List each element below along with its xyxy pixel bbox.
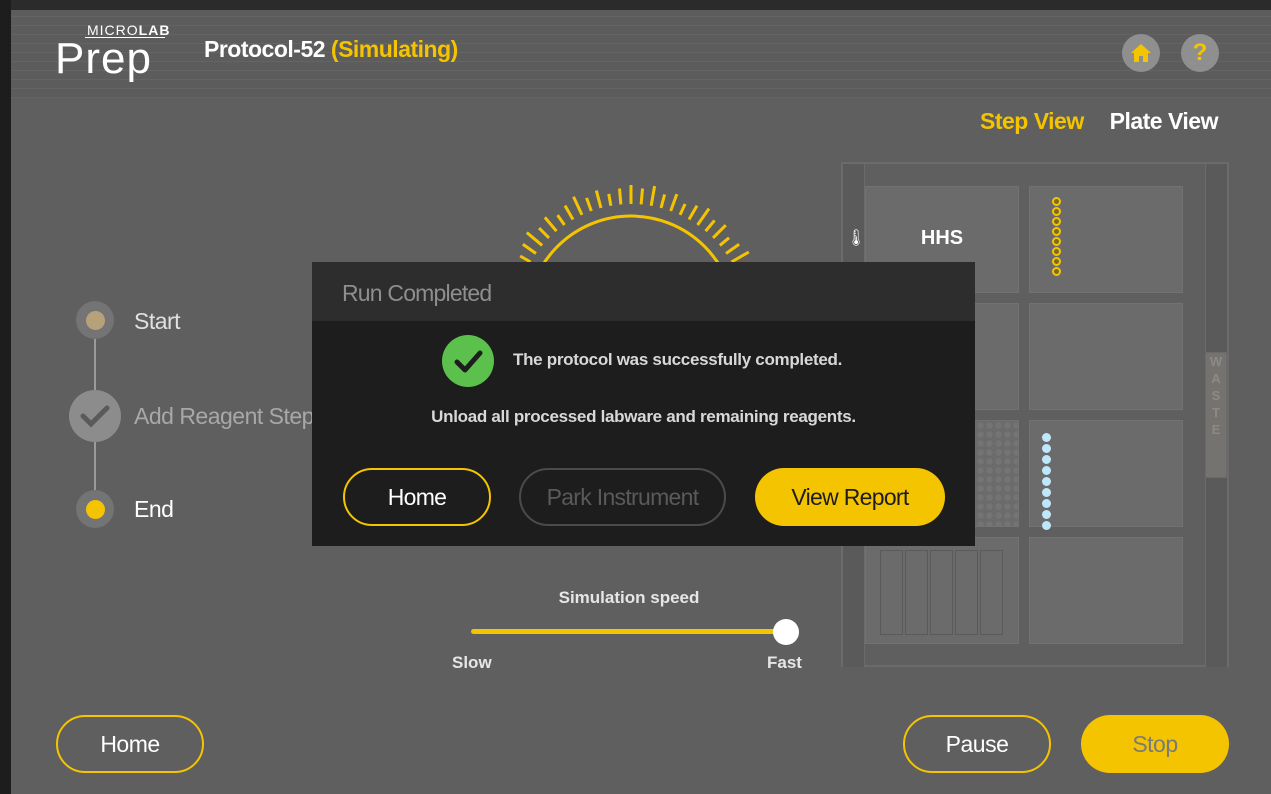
slider-slow-label: Slow	[452, 653, 492, 672]
deck-slot[interactable]	[1029, 303, 1183, 410]
tube-column	[1052, 197, 1061, 276]
deck-slot[interactable]	[1029, 537, 1183, 644]
dial-tick	[659, 194, 667, 209]
dialog-message: The protocol was successfully completed.	[513, 350, 843, 369]
step-add-reagent-label[interactable]: Add Reagent Step	[134, 403, 314, 430]
deck-slot-reservoirs[interactable]	[865, 537, 1019, 644]
dial-tick	[585, 197, 593, 212]
dial-tick	[607, 193, 613, 207]
dial-tick	[711, 224, 727, 240]
dial-tick	[563, 204, 575, 221]
speed-slider-handle[interactable]	[773, 619, 799, 645]
step-check-icon	[69, 390, 121, 442]
step-start-indicator	[76, 301, 114, 339]
dial-tick	[543, 216, 558, 233]
dial-tick	[730, 250, 750, 264]
protocol-name: Protocol-52	[204, 36, 326, 62]
waste-bin: W A S T E	[1205, 352, 1227, 478]
run-status: (Simulating)	[330, 36, 458, 62]
microlab-prep-logo: MICROLAB Prep	[55, 22, 185, 83]
step-start-label[interactable]: Start	[134, 308, 181, 335]
dial-tick	[669, 193, 679, 212]
dial-tick	[678, 203, 687, 216]
speed-slider-track[interactable]	[471, 629, 786, 634]
stop-button[interactable]: Stop	[1081, 715, 1229, 773]
dial-tick	[522, 243, 537, 255]
dial-tick	[594, 190, 603, 209]
dial-tick	[718, 236, 731, 247]
deck-slot-tubes[interactable]	[1029, 186, 1183, 293]
dialog-home-button[interactable]: Home	[343, 468, 491, 526]
park-instrument-button[interactable]: Park Instrument	[519, 468, 726, 526]
slider-fast-label: Fast	[767, 653, 802, 672]
tab-plate-view[interactable]: Plate View	[1110, 108, 1219, 134]
view-tabs: Step View Plate View	[960, 108, 1219, 135]
window-top-bar	[0, 0, 1271, 10]
dial-tick	[618, 188, 623, 205]
app-header: MICROLAB Prep Protocol-52 (Simulating) ?	[11, 10, 1271, 98]
dial-tick	[525, 231, 544, 247]
pause-button[interactable]: Pause	[903, 715, 1051, 773]
success-check-icon	[442, 335, 494, 387]
view-report-button[interactable]: View Report	[755, 468, 945, 526]
dial-tick	[538, 227, 551, 240]
dialog-instruction: Unload all processed labware and remaini…	[431, 407, 856, 426]
help-icon[interactable]: ?	[1181, 34, 1219, 72]
dial-tick	[649, 185, 657, 207]
thermometer-icon: 🌡	[846, 230, 867, 247]
tab-step-view[interactable]: Step View	[980, 108, 1084, 134]
dial-tick	[572, 196, 584, 216]
deck-slot-reagents[interactable]	[1029, 420, 1183, 530]
window-left-edge	[0, 0, 11, 794]
dial-tick	[704, 219, 716, 233]
dial-tick	[725, 243, 740, 255]
dial-tick	[639, 188, 644, 205]
reagent-column	[1042, 433, 1051, 530]
page-title: Protocol-52 (Simulating)	[204, 36, 458, 63]
dial-tick	[696, 207, 711, 226]
dial-tick	[556, 214, 566, 226]
dial-tick	[687, 204, 699, 221]
dialog-title: Run Completed	[342, 280, 492, 306]
step-end-indicator	[76, 490, 114, 528]
logo-prep-text: Prep	[55, 34, 152, 83]
home-button[interactable]: Home	[56, 715, 204, 773]
run-completed-dialog: Run Completed The protocol was successfu…	[312, 262, 975, 546]
step-end-label[interactable]: End	[134, 496, 174, 523]
home-icon[interactable]	[1122, 34, 1160, 72]
hhs-label: HHS	[920, 227, 964, 249]
